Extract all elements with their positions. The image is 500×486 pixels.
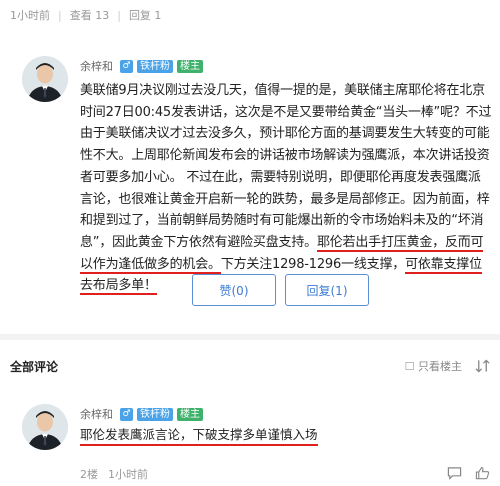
comment-icon-svg <box>447 467 461 480</box>
avatar-image <box>22 56 68 102</box>
owner-badge: 楼主 <box>177 59 203 73</box>
post-text: 美联储9月决议刚过去没几天，值得一提的是，美联储主席耶伦将在北京时间27日00:… <box>80 83 492 250</box>
meta-separator: | <box>117 8 121 22</box>
thumbs-up-icon[interactable] <box>474 466 490 480</box>
post-time: 1小时前 <box>10 9 50 22</box>
op-user-info: 余梓和 ♂ 铁杆粉 楼主 <box>80 58 203 74</box>
post-views: 查看 13 <box>69 9 110 22</box>
male-icon: ♂ <box>120 59 133 73</box>
comments-title: 全部评论 <box>10 360 59 374</box>
fan-badge: 铁杆粉 <box>137 59 173 73</box>
op-username[interactable]: 余梓和 <box>80 58 113 74</box>
post-meta: 1小时前 | 查看 13 | 回复 1 <box>10 4 161 26</box>
reply-floor: 2楼 <box>80 468 98 481</box>
section-divider <box>0 334 500 340</box>
sort-icon[interactable] <box>474 359 490 373</box>
reply-avatar[interactable] <box>22 404 68 450</box>
comment-icon[interactable] <box>446 466 462 480</box>
only-op-toggle[interactable]: ☐ 只看楼主 <box>405 358 462 374</box>
comments-filter: ☐ 只看楼主 <box>405 358 490 374</box>
reply-user-info: 余梓和 ♂ 铁杆粉 楼主 <box>80 406 203 422</box>
reply-button[interactable]: 回复(1) <box>285 274 369 306</box>
reply-username[interactable]: 余梓和 <box>80 406 113 422</box>
reply-content: 耶伦发表鹰派言论，下破支撑多单谨慎入场 <box>80 426 318 446</box>
meta-separator: | <box>58 8 62 22</box>
like-button[interactable]: 赞(0) <box>192 274 276 306</box>
post-content: 美联储9月决议刚过去没几天，值得一提的是，美联储主席耶伦将在北京时间27日00:… <box>80 80 492 297</box>
thumbs-up-icon-svg <box>475 466 489 480</box>
only-op-label: 只看楼主 <box>418 360 462 373</box>
sort-icon-svg <box>474 359 490 373</box>
eye-icon: ☐ <box>404 360 415 373</box>
owner-badge: 楼主 <box>177 407 203 421</box>
reply-actions <box>446 466 490 480</box>
male-icon: ♂ <box>120 407 133 421</box>
avatar-image <box>22 404 68 450</box>
post-replies: 回复 1 <box>128 9 162 22</box>
post-text: 下方关注1298-1296一线支撑， <box>220 256 406 272</box>
fan-badge: 铁杆粉 <box>137 407 173 421</box>
reply-meta: 2楼 1小时前 <box>80 466 148 482</box>
reply-time: 1小时前 <box>108 468 148 481</box>
op-avatar[interactable] <box>22 56 68 102</box>
